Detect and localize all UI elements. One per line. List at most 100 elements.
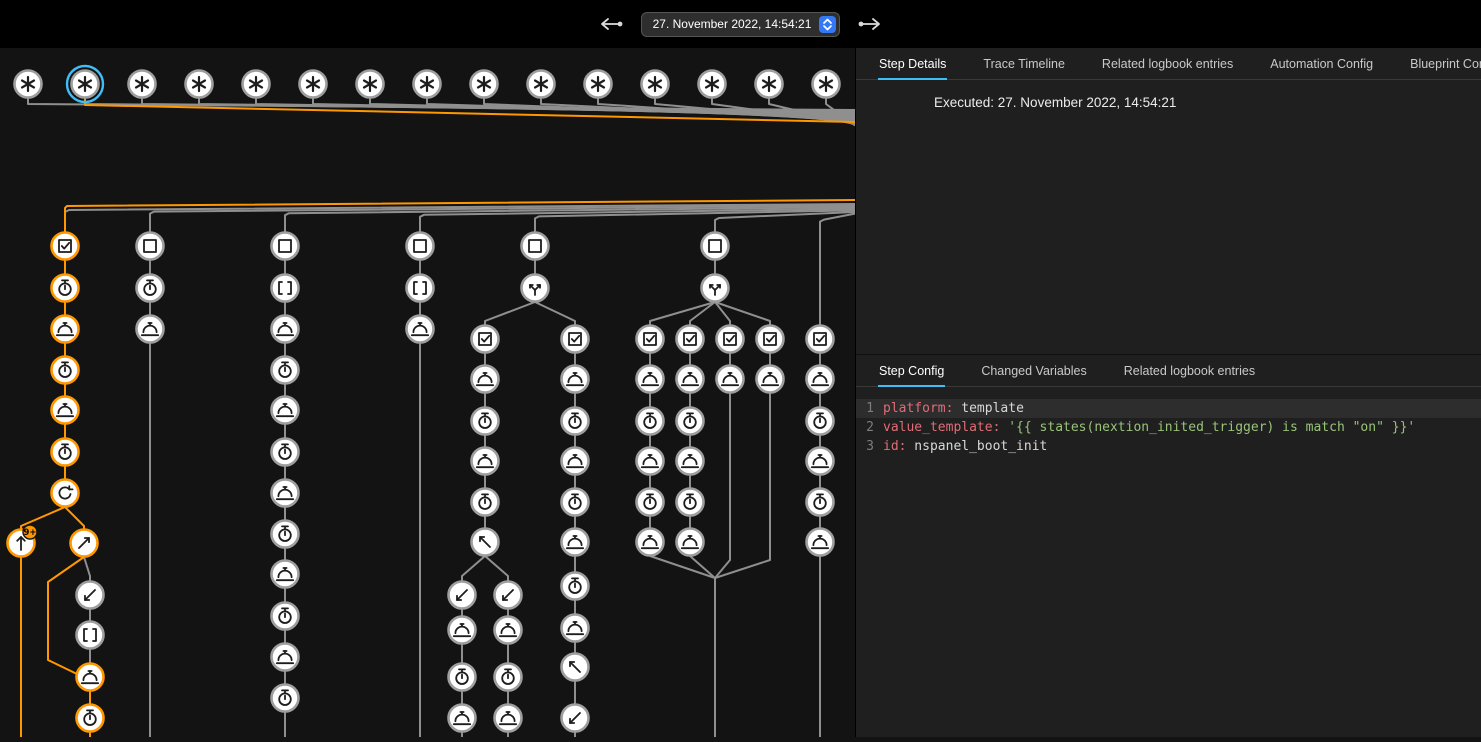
tab-changed-variables[interactable]: Changed Variables	[980, 364, 1087, 387]
step-node-service-bell[interactable]	[637, 448, 664, 475]
step-node-service-bell[interactable]	[757, 366, 784, 393]
trigger-node[interactable]	[471, 71, 498, 98]
step-node-timer[interactable]	[637, 408, 664, 435]
trigger-node[interactable]	[243, 71, 270, 98]
step-node-arrow-sw[interactable]	[562, 705, 589, 732]
trigger-node[interactable]	[186, 71, 213, 98]
tab-blueprint-config[interactable]: Blueprint Config	[1409, 57, 1481, 80]
tab-trace-timeline[interactable]: Trace Timeline	[982, 57, 1066, 80]
step-node-service-bell[interactable]	[52, 316, 79, 343]
step-node-checkbox-marked[interactable]	[472, 326, 499, 353]
step-node-arrow-sw[interactable]	[449, 582, 476, 609]
step-node-code-brackets[interactable]	[407, 275, 434, 302]
trace-graph-svg[interactable]: 9+	[0, 48, 855, 737]
step-node-timer[interactable]	[272, 685, 299, 712]
step-node-timer[interactable]	[562, 573, 589, 600]
step-node-service-bell[interactable]	[52, 397, 79, 424]
step-node-timer[interactable]	[137, 275, 164, 302]
step-node-service-bell[interactable]	[562, 529, 589, 556]
step-node-checkbox-marked[interactable]	[717, 326, 744, 353]
trigger-node[interactable]	[300, 71, 327, 98]
trigger-node[interactable]	[414, 71, 441, 98]
step-node-checkbox-marked[interactable]	[807, 326, 834, 353]
tab-related-logbook-entries[interactable]: Related logbook entries	[1101, 57, 1234, 80]
step-node-service-bell[interactable]	[272, 397, 299, 424]
trigger-node[interactable]	[585, 71, 612, 98]
step-node-service-bell[interactable]	[449, 617, 476, 644]
step-node-service-bell[interactable]	[449, 705, 476, 732]
step-node-service-bell[interactable]	[77, 664, 104, 691]
previous-run-button[interactable]	[596, 9, 626, 39]
step-node-arrow-nw[interactable]	[562, 654, 589, 681]
step-node-call-split[interactable]	[522, 275, 549, 302]
step-node-arrow-up[interactable]: 9+	[8, 525, 38, 557]
step-node-timer[interactable]	[272, 521, 299, 548]
step-node-timer[interactable]	[272, 357, 299, 384]
step-node-service-bell[interactable]	[562, 366, 589, 393]
step-node-service-bell[interactable]	[677, 366, 704, 393]
step-node-service-bell[interactable]	[807, 366, 834, 393]
step-node-code-brackets[interactable]	[272, 275, 299, 302]
step-node-service-bell[interactable]	[272, 644, 299, 671]
step-node-checkbox-blank[interactable]	[522, 233, 549, 260]
step-node-timer[interactable]	[272, 603, 299, 630]
step-node-service-bell[interactable]	[637, 529, 664, 556]
tab-step-config[interactable]: Step Config	[878, 364, 945, 387]
step-node-service-bell[interactable]	[677, 529, 704, 556]
tab-config-related-logbook-entries[interactable]: Related logbook entries	[1123, 364, 1256, 387]
step-node-call-split[interactable]	[702, 275, 729, 302]
step-node-service-bell[interactable]	[272, 561, 299, 588]
step-node-timer[interactable]	[562, 489, 589, 516]
step-node-timer[interactable]	[52, 439, 79, 466]
step-node-timer[interactable]	[637, 489, 664, 516]
step-node-timer[interactable]	[677, 408, 704, 435]
step-node-timer[interactable]	[495, 664, 522, 691]
step-node-service-bell[interactable]	[562, 615, 589, 642]
step-node-checkbox-blank[interactable]	[407, 233, 434, 260]
tab-step-details[interactable]: Step Details	[878, 57, 947, 80]
run-timestamp-select[interactable]: 27. November 2022, 14:54:21	[641, 12, 841, 37]
step-node-arrow-ne[interactable]	[71, 530, 98, 557]
step-node-arrow-sw[interactable]	[495, 582, 522, 609]
step-node-service-bell[interactable]	[137, 316, 164, 343]
trigger-node[interactable]	[756, 71, 783, 98]
step-node-arrow-sw[interactable]	[77, 582, 104, 609]
step-node-service-bell[interactable]	[562, 448, 589, 475]
step-node-service-bell[interactable]	[807, 529, 834, 556]
trigger-node[interactable]	[15, 71, 42, 98]
step-node-service-bell[interactable]	[637, 366, 664, 393]
step-node-timer[interactable]	[77, 705, 104, 732]
step-node-timer[interactable]	[472, 408, 499, 435]
step-node-code-brackets[interactable]	[77, 622, 104, 649]
step-node-timer[interactable]	[807, 408, 834, 435]
step-node-service-bell[interactable]	[495, 705, 522, 732]
step-node-checkbox-marked[interactable]	[757, 326, 784, 353]
step-node-service-bell[interactable]	[677, 448, 704, 475]
trigger-node[interactable]	[699, 71, 726, 98]
step-node-timer[interactable]	[677, 489, 704, 516]
step-node-service-bell[interactable]	[407, 316, 434, 343]
step-node-service-bell[interactable]	[472, 366, 499, 393]
step-node-checkbox-marked[interactable]	[52, 233, 79, 260]
step-node-checkbox-marked[interactable]	[637, 326, 664, 353]
step-node-timer[interactable]	[562, 408, 589, 435]
trigger-node[interactable]	[67, 66, 103, 102]
step-node-timer[interactable]	[472, 489, 499, 516]
trigger-node[interactable]	[357, 71, 384, 98]
step-node-timer[interactable]	[52, 275, 79, 302]
step-node-timer[interactable]	[272, 439, 299, 466]
step-node-refresh[interactable]	[52, 480, 79, 507]
step-node-service-bell[interactable]	[807, 448, 834, 475]
step-node-checkbox-marked[interactable]	[677, 326, 704, 353]
trigger-node[interactable]	[642, 71, 669, 98]
step-node-service-bell[interactable]	[717, 366, 744, 393]
trigger-node[interactable]	[129, 71, 156, 98]
step-node-checkbox-blank[interactable]	[272, 233, 299, 260]
trace-graph-area[interactable]: 9+	[0, 48, 855, 737]
step-node-checkbox-blank[interactable]	[137, 233, 164, 260]
step-node-arrow-nw[interactable]	[472, 529, 499, 556]
step-node-timer[interactable]	[449, 664, 476, 691]
trigger-node[interactable]	[813, 71, 840, 98]
trigger-node[interactable]	[528, 71, 555, 98]
step-node-service-bell[interactable]	[272, 480, 299, 507]
